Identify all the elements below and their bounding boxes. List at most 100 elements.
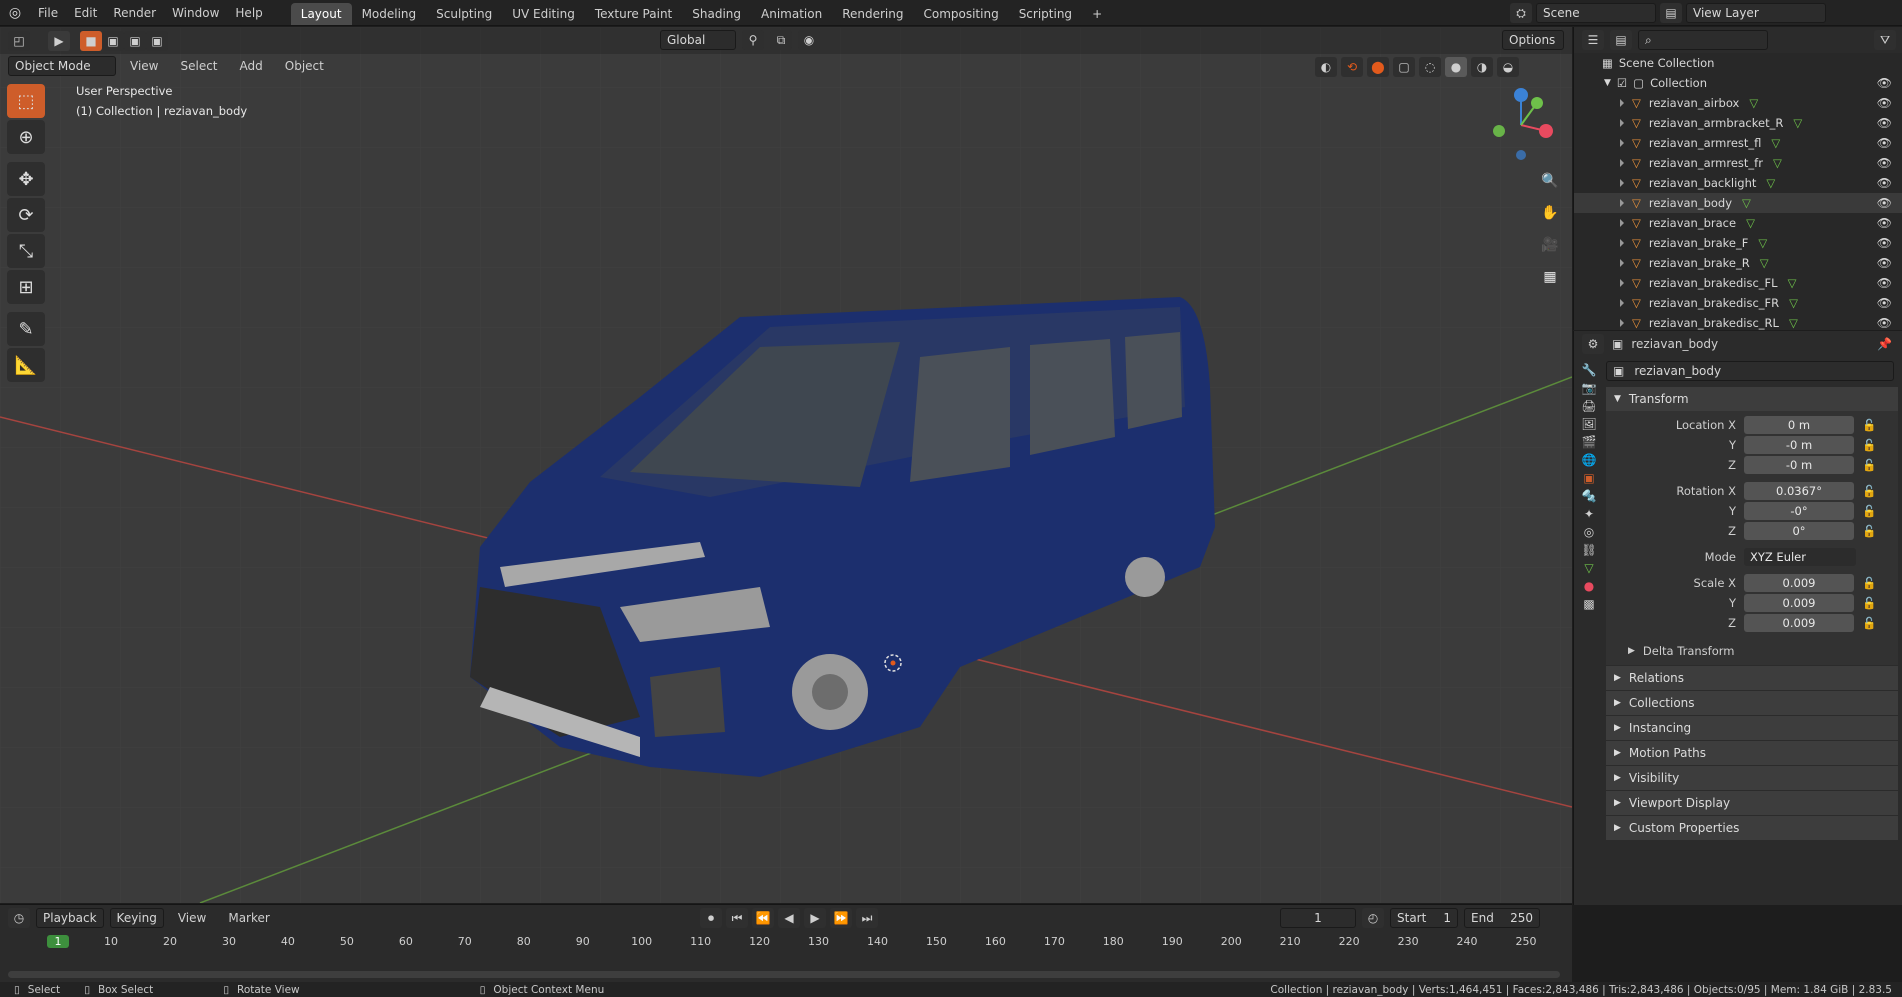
navigation-gizmo[interactable]	[1484, 83, 1554, 163]
outliner-item[interactable]: ▽ reziavan_brakedisc_RL ▽ 👁	[1574, 313, 1902, 333]
visibility-icon[interactable]: ◐	[1315, 57, 1337, 77]
expand-icon[interactable]	[1620, 219, 1624, 227]
filter-icon[interactable]: ⛛	[1874, 30, 1896, 50]
tab-rendering[interactable]: Rendering	[832, 3, 913, 25]
view-layer-tab-icon[interactable]: 🖼	[1581, 417, 1596, 431]
scale-tool-icon[interactable]: ⤡	[7, 234, 45, 268]
outliner-item[interactable]: ▽ reziavan_brakedisc_FL ▽ 👁	[1574, 273, 1902, 293]
render-tab-icon[interactable]: 📷	[1582, 381, 1597, 395]
select-mode-new-icon[interactable]: ■	[80, 30, 102, 51]
cursor-tool-icon[interactable]: ⊕	[7, 120, 45, 154]
menu-render[interactable]: Render	[105, 0, 164, 26]
pin-icon[interactable]: 📌	[1877, 337, 1892, 351]
expand-icon[interactable]	[1620, 199, 1624, 207]
eye-icon[interactable]: 👁	[1877, 276, 1892, 290]
select-tool-icon[interactable]: ▶	[48, 30, 70, 51]
tab-uv-editing[interactable]: UV Editing	[502, 3, 585, 25]
viewport-menu-object[interactable]: Object	[277, 53, 332, 79]
rotation-z-field[interactable]: 0°	[1744, 522, 1854, 540]
lock-icon[interactable]: 🔓	[1862, 458, 1876, 472]
select-mode-subtract-icon[interactable]: ▣	[124, 30, 146, 51]
expand-icon[interactable]	[1620, 139, 1624, 147]
properties-panel-header[interactable]: ▶ Custom Properties	[1606, 816, 1898, 840]
outliner-item[interactable]: ▽ reziavan_airbox ▽ 👁	[1574, 93, 1902, 113]
scene-field[interactable]: Scene	[1536, 3, 1656, 23]
outliner-item[interactable]: ▽ reziavan_backlight ▽ 👁	[1574, 173, 1902, 193]
rendered-shading-icon[interactable]: ◒	[1497, 57, 1519, 77]
frame-ruler[interactable]: 1 10 20 30 40 50 60 70 80 90 100 110 120 130 140 150 160…	[0, 931, 1572, 955]
pivot-icon[interactable]: ⚲	[742, 30, 764, 50]
play-icon[interactable]: ▶	[804, 908, 826, 928]
scale-z-field[interactable]: 0.009	[1744, 614, 1854, 632]
eye-icon[interactable]: 👁	[1877, 136, 1892, 150]
physics-tab-icon[interactable]: ◎	[1584, 525, 1594, 539]
expand-icon[interactable]	[1620, 299, 1624, 307]
data-tab-icon[interactable]: ▽	[1584, 561, 1593, 575]
snap-icon[interactable]: ⧉	[770, 30, 792, 50]
expand-icon[interactable]	[1620, 319, 1624, 327]
playback-dropdown[interactable]: Playback	[36, 908, 104, 928]
location-x-field[interactable]: 0 m	[1744, 416, 1854, 434]
xray-icon[interactable]: ▢	[1393, 57, 1415, 77]
properties-panel-header[interactable]: ▶ Motion Paths	[1606, 741, 1898, 765]
menu-edit[interactable]: Edit	[66, 0, 105, 26]
location-y-field[interactable]: -0 m	[1744, 436, 1854, 454]
outliner-item[interactable]: ▽ reziavan_armbracket_R ▽ 👁	[1574, 113, 1902, 133]
material-shading-icon[interactable]: ◑	[1471, 57, 1493, 77]
perspective-grid-icon[interactable]: ▦	[1536, 263, 1564, 291]
gizmo-icon[interactable]: ⟲	[1341, 57, 1363, 77]
outliner-item[interactable]: ▽ reziavan_brace ▽ 👁	[1574, 213, 1902, 233]
outliner-editor-icon[interactable]: ☰	[1582, 30, 1604, 50]
record-icon[interactable]: ⏺	[700, 908, 722, 928]
overlays-icon[interactable]: ⬤	[1367, 57, 1389, 77]
scale-y-field[interactable]: 0.009	[1744, 594, 1854, 612]
checkbox-icon[interactable]: ☑	[1617, 76, 1627, 90]
outliner-item[interactable]: ▽ reziavan_brake_F ▽ 👁	[1574, 233, 1902, 253]
measure-tool-icon[interactable]: 📐	[7, 348, 45, 382]
expand-icon[interactable]	[1620, 159, 1624, 167]
properties-panel-header[interactable]: ▶ Viewport Display	[1606, 791, 1898, 815]
eye-icon[interactable]: 👁	[1877, 76, 1892, 90]
camera-icon[interactable]: 🎥	[1536, 231, 1564, 259]
proportional-edit-icon[interactable]: ◉	[798, 30, 820, 50]
editor-type-icon[interactable]: ◰	[8, 30, 30, 51]
tab-layout[interactable]: Layout	[290, 2, 352, 25]
expand-icon[interactable]	[1620, 239, 1624, 247]
timeline-scrollbar[interactable]	[8, 971, 1560, 978]
constraints-tab-icon[interactable]: ⛓	[1581, 543, 1596, 557]
eye-icon[interactable]: 👁	[1877, 156, 1892, 170]
menu-file[interactable]: File	[30, 0, 66, 26]
lock-icon[interactable]: 🔓	[1862, 484, 1876, 498]
eye-icon[interactable]: 👁	[1877, 116, 1892, 130]
delta-transform-row[interactable]: ▶ Delta Transform	[1606, 641, 1898, 661]
clock-icon[interactable]: ◴	[1362, 908, 1384, 928]
properties-panel-header[interactable]: ▶ Visibility	[1606, 766, 1898, 790]
expand-icon[interactable]	[1620, 279, 1624, 287]
view-layer-icon[interactable]: ▤	[1660, 3, 1682, 23]
wireframe-shading-icon[interactable]: ◌	[1419, 57, 1441, 77]
particles-tab-icon[interactable]: ✦	[1584, 507, 1594, 521]
jump-start-icon[interactable]: ⏮	[726, 908, 748, 928]
play-reverse-icon[interactable]: ◀	[778, 908, 800, 928]
timeline-menu-view[interactable]: View	[170, 905, 214, 931]
eye-icon[interactable]: 👁	[1877, 316, 1892, 330]
end-frame-field[interactable]: End 250	[1464, 908, 1540, 928]
eye-icon[interactable]: 👁	[1877, 96, 1892, 110]
tab-animation[interactable]: Animation	[751, 3, 832, 25]
zoom-icon[interactable]: 🔍	[1536, 167, 1564, 195]
add-workspace-button[interactable]: +	[1082, 3, 1112, 25]
expand-icon[interactable]	[1620, 99, 1624, 107]
object-name-field[interactable]: ▣ reziavan_body	[1606, 361, 1894, 381]
properties-panel-header[interactable]: ▶ Collections	[1606, 691, 1898, 715]
timeline-menu-marker[interactable]: Marker	[220, 905, 277, 931]
tab-modeling[interactable]: Modeling	[352, 3, 427, 25]
object-tab-icon[interactable]: ▣	[1583, 471, 1594, 485]
outliner-search-input[interactable]: ⌕	[1638, 30, 1768, 50]
tab-texture-paint[interactable]: Texture Paint	[585, 3, 682, 25]
menu-help[interactable]: Help	[227, 0, 270, 26]
solid-shading-icon[interactable]: ●	[1445, 57, 1467, 77]
keying-dropdown[interactable]: Keying	[109, 908, 164, 928]
tab-shading[interactable]: Shading	[682, 3, 751, 25]
transform-tool-icon[interactable]: ⊞	[7, 270, 45, 304]
lock-icon[interactable]: 🔓	[1862, 576, 1876, 590]
